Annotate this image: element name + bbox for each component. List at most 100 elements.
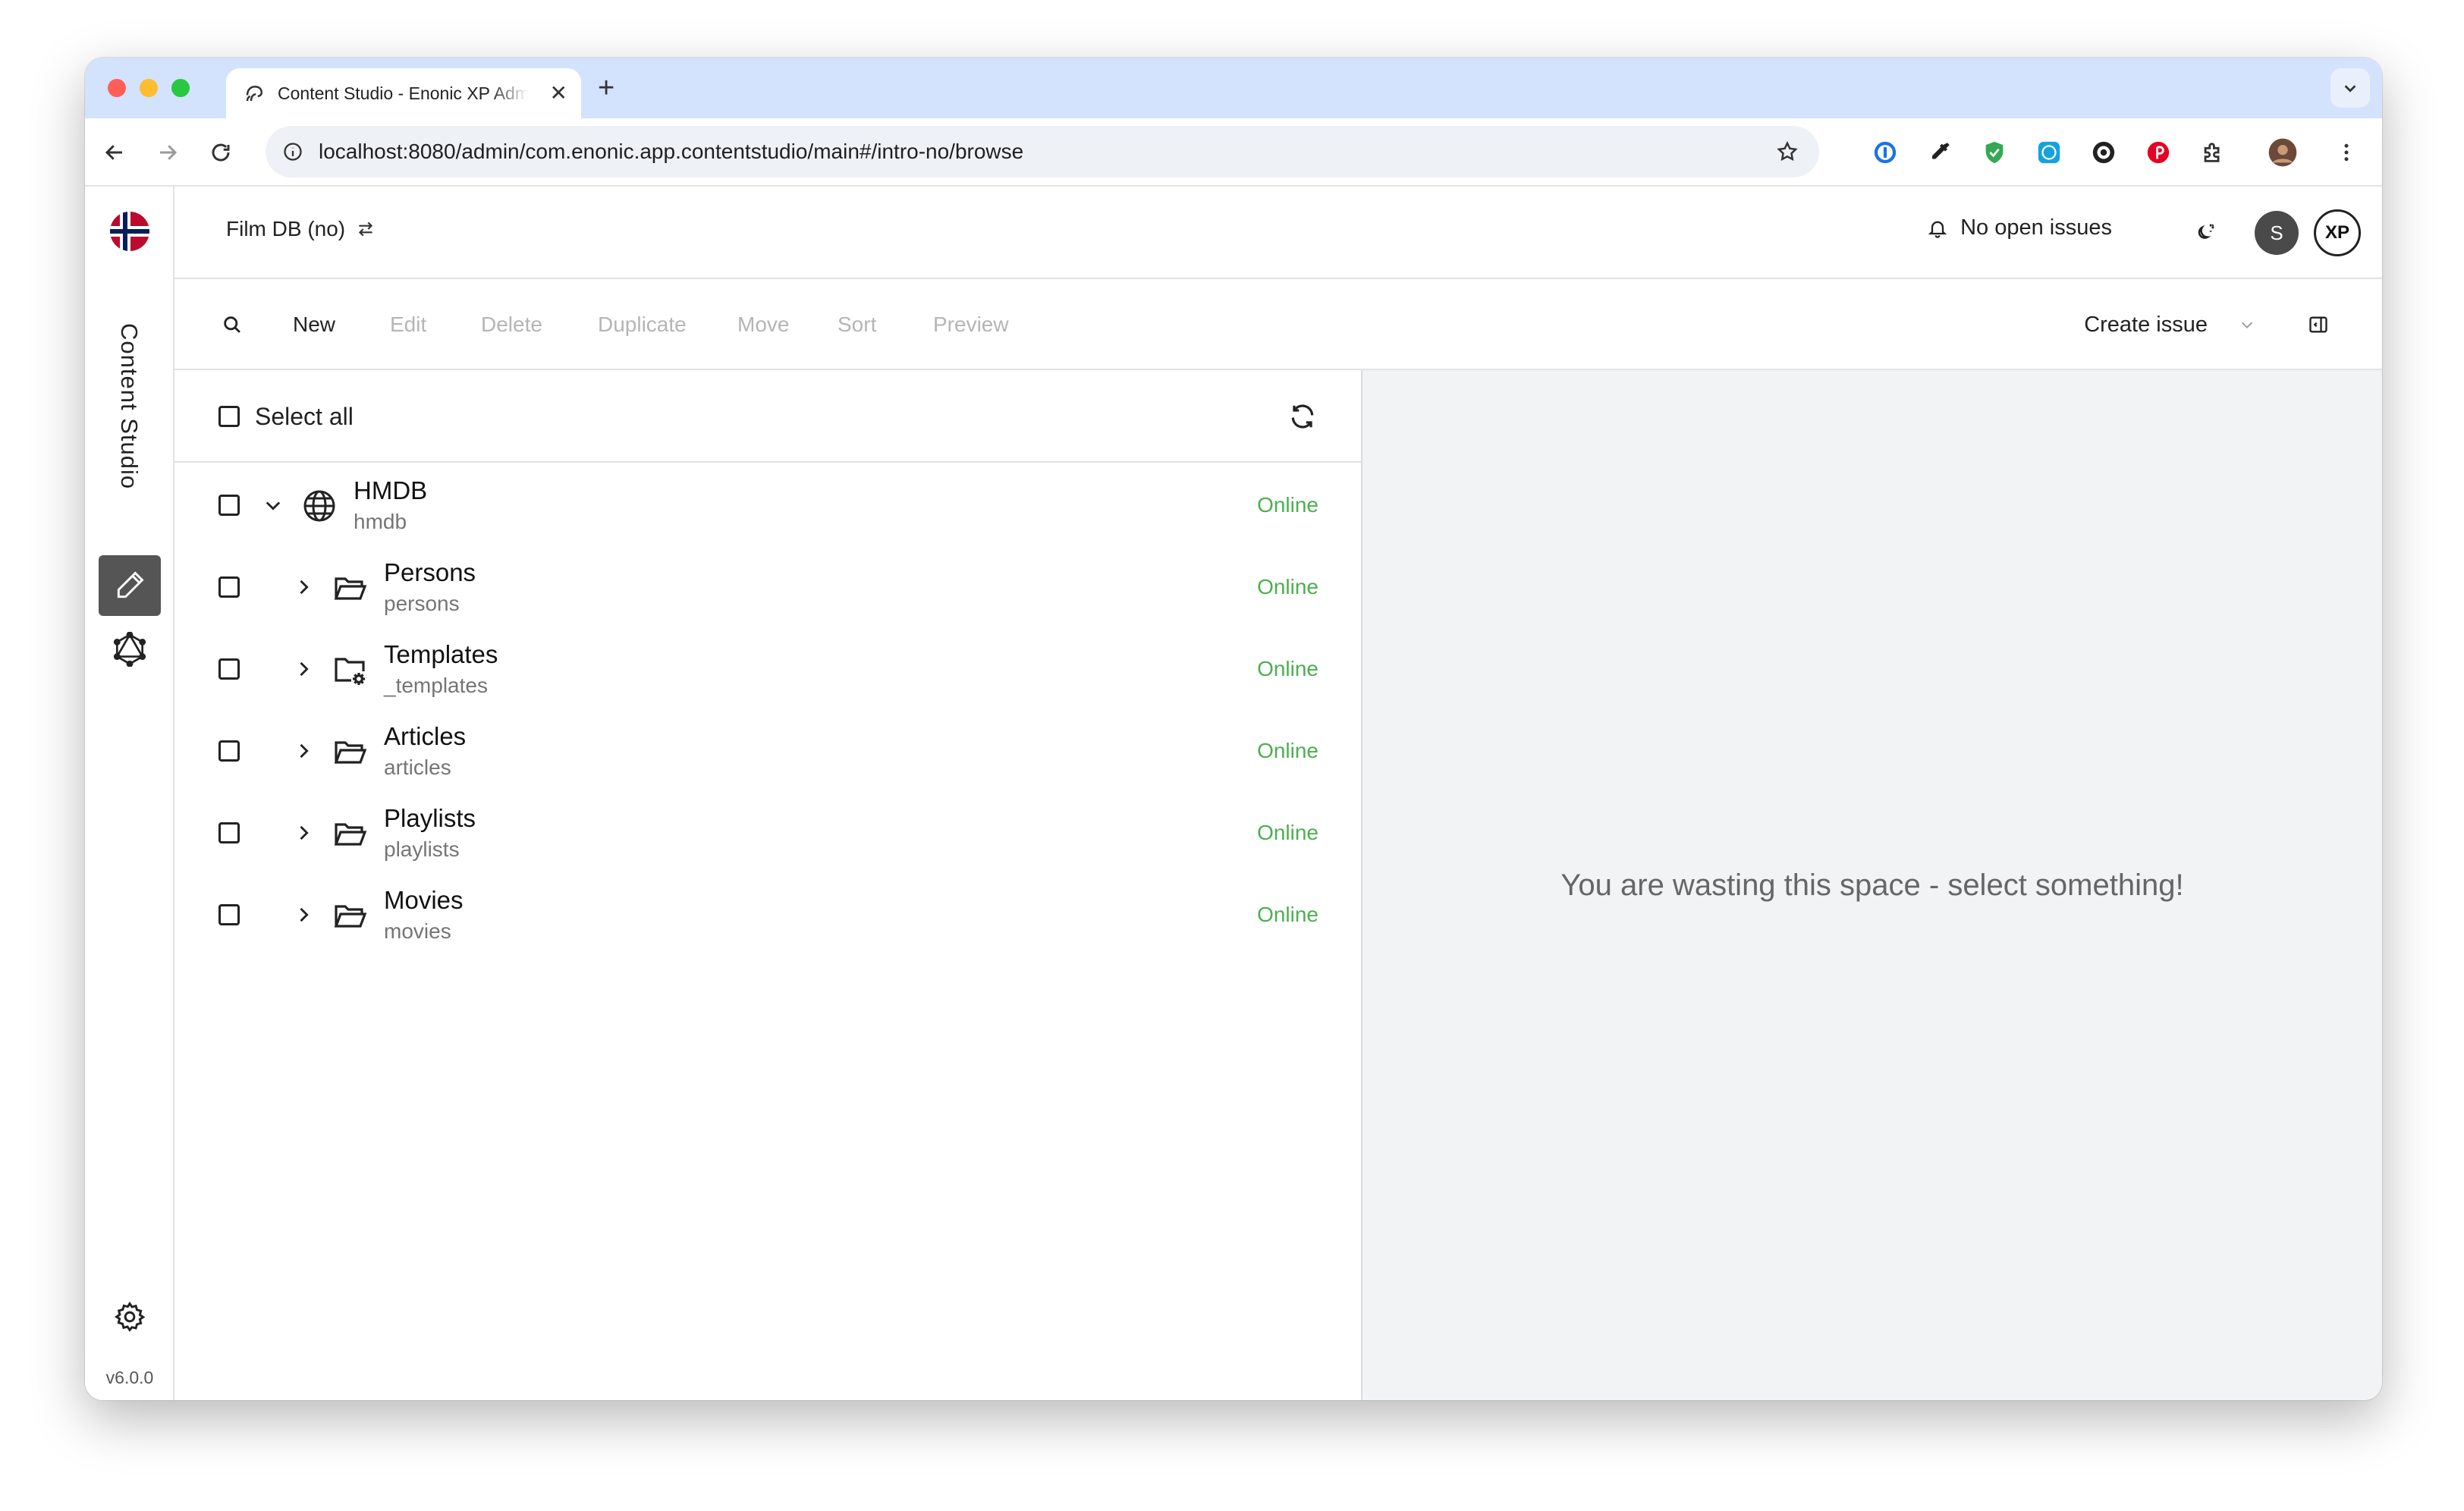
create-issue-button[interactable]: Create issue bbox=[2084, 279, 2208, 370]
status-badge: Online bbox=[1257, 739, 1318, 762]
forward-button[interactable] bbox=[150, 135, 185, 170]
address-bar[interactable]: localhost:8080/admin/com.enonic.app.cont… bbox=[266, 126, 1819, 177]
settings-button[interactable] bbox=[99, 1286, 161, 1347]
node-title: Movies bbox=[384, 886, 464, 914]
edit-button[interactable]: Edit bbox=[390, 279, 426, 370]
globe-extension-icon[interactable] bbox=[2033, 137, 2065, 168]
node-path: playlists bbox=[384, 837, 460, 861]
expand-toggle[interactable] bbox=[288, 654, 319, 684]
chevron-down-icon bbox=[266, 501, 281, 510]
folder-icon bbox=[331, 733, 369, 771]
duplicate-button[interactable]: Duplicate bbox=[598, 279, 687, 370]
profile-avatar-icon[interactable] bbox=[2267, 137, 2299, 168]
close-tab-icon[interactable]: ✕ bbox=[550, 80, 567, 107]
close-window-button[interactable] bbox=[108, 79, 126, 97]
arrow-left-icon bbox=[105, 145, 122, 160]
minimize-window-button[interactable] bbox=[140, 79, 158, 97]
tree-row-playlists[interactable]: Playlists playlists Online bbox=[174, 792, 1361, 874]
node-path: _templates bbox=[384, 674, 488, 697]
row-checkbox[interactable] bbox=[218, 576, 240, 598]
content-tree-panel: Select all HMDB hmdb Online Persons pers… bbox=[174, 370, 1362, 1400]
tab-search-button[interactable] bbox=[2330, 68, 2370, 108]
chevron-down-icon bbox=[2241, 322, 2253, 328]
content-edit-button[interactable] bbox=[99, 555, 161, 616]
create-issue-dropdown[interactable] bbox=[2233, 311, 2261, 338]
graphql-button[interactable] bbox=[99, 619, 161, 680]
globe-icon bbox=[300, 487, 338, 525]
bell-icon bbox=[1928, 221, 1947, 238]
toggle-preview-panel-button[interactable] bbox=[2303, 309, 2334, 340]
reload-icon bbox=[212, 143, 230, 162]
tree-row-templates[interactable]: Templates _templates Online bbox=[174, 628, 1361, 710]
expand-toggle[interactable] bbox=[288, 572, 319, 602]
back-button[interactable] bbox=[97, 135, 132, 170]
row-checkbox[interactable] bbox=[218, 658, 240, 680]
node-path: articles bbox=[384, 756, 451, 779]
list-header: Select all bbox=[174, 370, 1361, 463]
wappalyzer-extension-icon[interactable] bbox=[2088, 137, 2120, 168]
tree-row-movies[interactable]: Movies movies Online bbox=[174, 874, 1361, 956]
move-button[interactable]: Move bbox=[737, 279, 789, 370]
norway-flag-icon[interactable] bbox=[109, 211, 150, 252]
preview-button[interactable]: Preview bbox=[933, 279, 1009, 370]
new-button[interactable]: New bbox=[293, 279, 335, 370]
enonic-favicon-icon bbox=[241, 80, 269, 107]
theme-toggle-button[interactable] bbox=[2188, 215, 2223, 250]
expand-toggle[interactable] bbox=[288, 900, 319, 930]
collapse-toggle[interactable] bbox=[258, 490, 288, 520]
row-checkbox[interactable] bbox=[218, 822, 240, 843]
empty-selection-message: You are wasting this space - select some… bbox=[1560, 868, 2184, 902]
sort-button[interactable]: Sort bbox=[838, 279, 876, 370]
graphql-icon bbox=[113, 632, 146, 667]
new-tab-button[interactable]: + bbox=[598, 71, 614, 105]
color-picker-extension-icon[interactable] bbox=[1924, 137, 1956, 168]
node-title: Persons bbox=[384, 558, 476, 586]
shield-extension-icon[interactable] bbox=[1978, 137, 2010, 168]
app-header: Film DB (no) No open issues S XP bbox=[174, 187, 2382, 279]
tree-row-persons[interactable]: Persons persons Online bbox=[174, 546, 1361, 628]
panel-toggle-icon bbox=[2309, 316, 2327, 333]
expand-toggle[interactable] bbox=[288, 736, 319, 766]
project-name: Film DB (no) bbox=[226, 217, 346, 240]
chevron-right-icon bbox=[300, 580, 309, 595]
issues-button[interactable]: No open issues bbox=[1927, 215, 2112, 240]
node-path: hmdb bbox=[354, 510, 407, 533]
extensions-puzzle-icon[interactable] bbox=[2197, 137, 2229, 168]
status-badge: Online bbox=[1257, 575, 1318, 598]
search-icon bbox=[224, 316, 240, 333]
select-all-label[interactable]: Select all bbox=[255, 370, 354, 463]
browser-menu-icon[interactable] bbox=[2330, 137, 2362, 168]
content-studio-app: Content Studio v6.0.0 Film DB (no) No op… bbox=[85, 187, 2382, 1400]
user-avatar[interactable]: S bbox=[2255, 211, 2299, 255]
search-button[interactable] bbox=[217, 309, 247, 340]
tree-row-articles[interactable]: Articles articles Online bbox=[174, 710, 1361, 792]
template-folder-icon bbox=[331, 651, 369, 689]
gear-icon bbox=[114, 1301, 146, 1332]
browser-window: Content Studio - Enonic XP Admin ✕ + loc… bbox=[85, 58, 2382, 1400]
password-manager-extension-icon[interactable] bbox=[1869, 137, 1901, 168]
tree-row-hmdb[interactable]: HMDB hmdb Online bbox=[174, 464, 1361, 546]
zoom-window-button[interactable] bbox=[171, 79, 190, 97]
row-checkbox[interactable] bbox=[218, 904, 240, 925]
swap-arrows-icon bbox=[359, 221, 373, 237]
status-badge: Online bbox=[1257, 903, 1318, 926]
site-info-icon[interactable] bbox=[278, 137, 308, 167]
refresh-button[interactable] bbox=[1285, 399, 1320, 434]
select-all-checkbox[interactable] bbox=[218, 406, 240, 427]
arrow-right-icon bbox=[160, 145, 178, 160]
folder-icon bbox=[331, 569, 369, 607]
bookmark-star-icon[interactable] bbox=[1772, 137, 1802, 167]
tab-bar: Content Studio - Enonic XP Admin ✕ + bbox=[85, 58, 2382, 118]
project-selector[interactable]: Film DB (no) bbox=[226, 217, 376, 241]
node-title: Templates bbox=[384, 640, 498, 668]
xp-launcher-button[interactable]: XP bbox=[2314, 209, 2361, 256]
delete-button[interactable]: Delete bbox=[481, 279, 542, 370]
status-badge: Online bbox=[1257, 657, 1318, 680]
expand-toggle[interactable] bbox=[288, 818, 319, 848]
reload-button[interactable] bbox=[203, 135, 238, 170]
browser-tab[interactable]: Content Studio - Enonic XP Admin ✕ bbox=[226, 68, 581, 118]
row-checkbox[interactable] bbox=[218, 495, 240, 516]
row-checkbox[interactable] bbox=[218, 740, 240, 762]
pinterest-extension-icon[interactable] bbox=[2142, 137, 2174, 168]
browser-toolbar: localhost:8080/admin/com.enonic.app.cont… bbox=[85, 118, 2382, 187]
